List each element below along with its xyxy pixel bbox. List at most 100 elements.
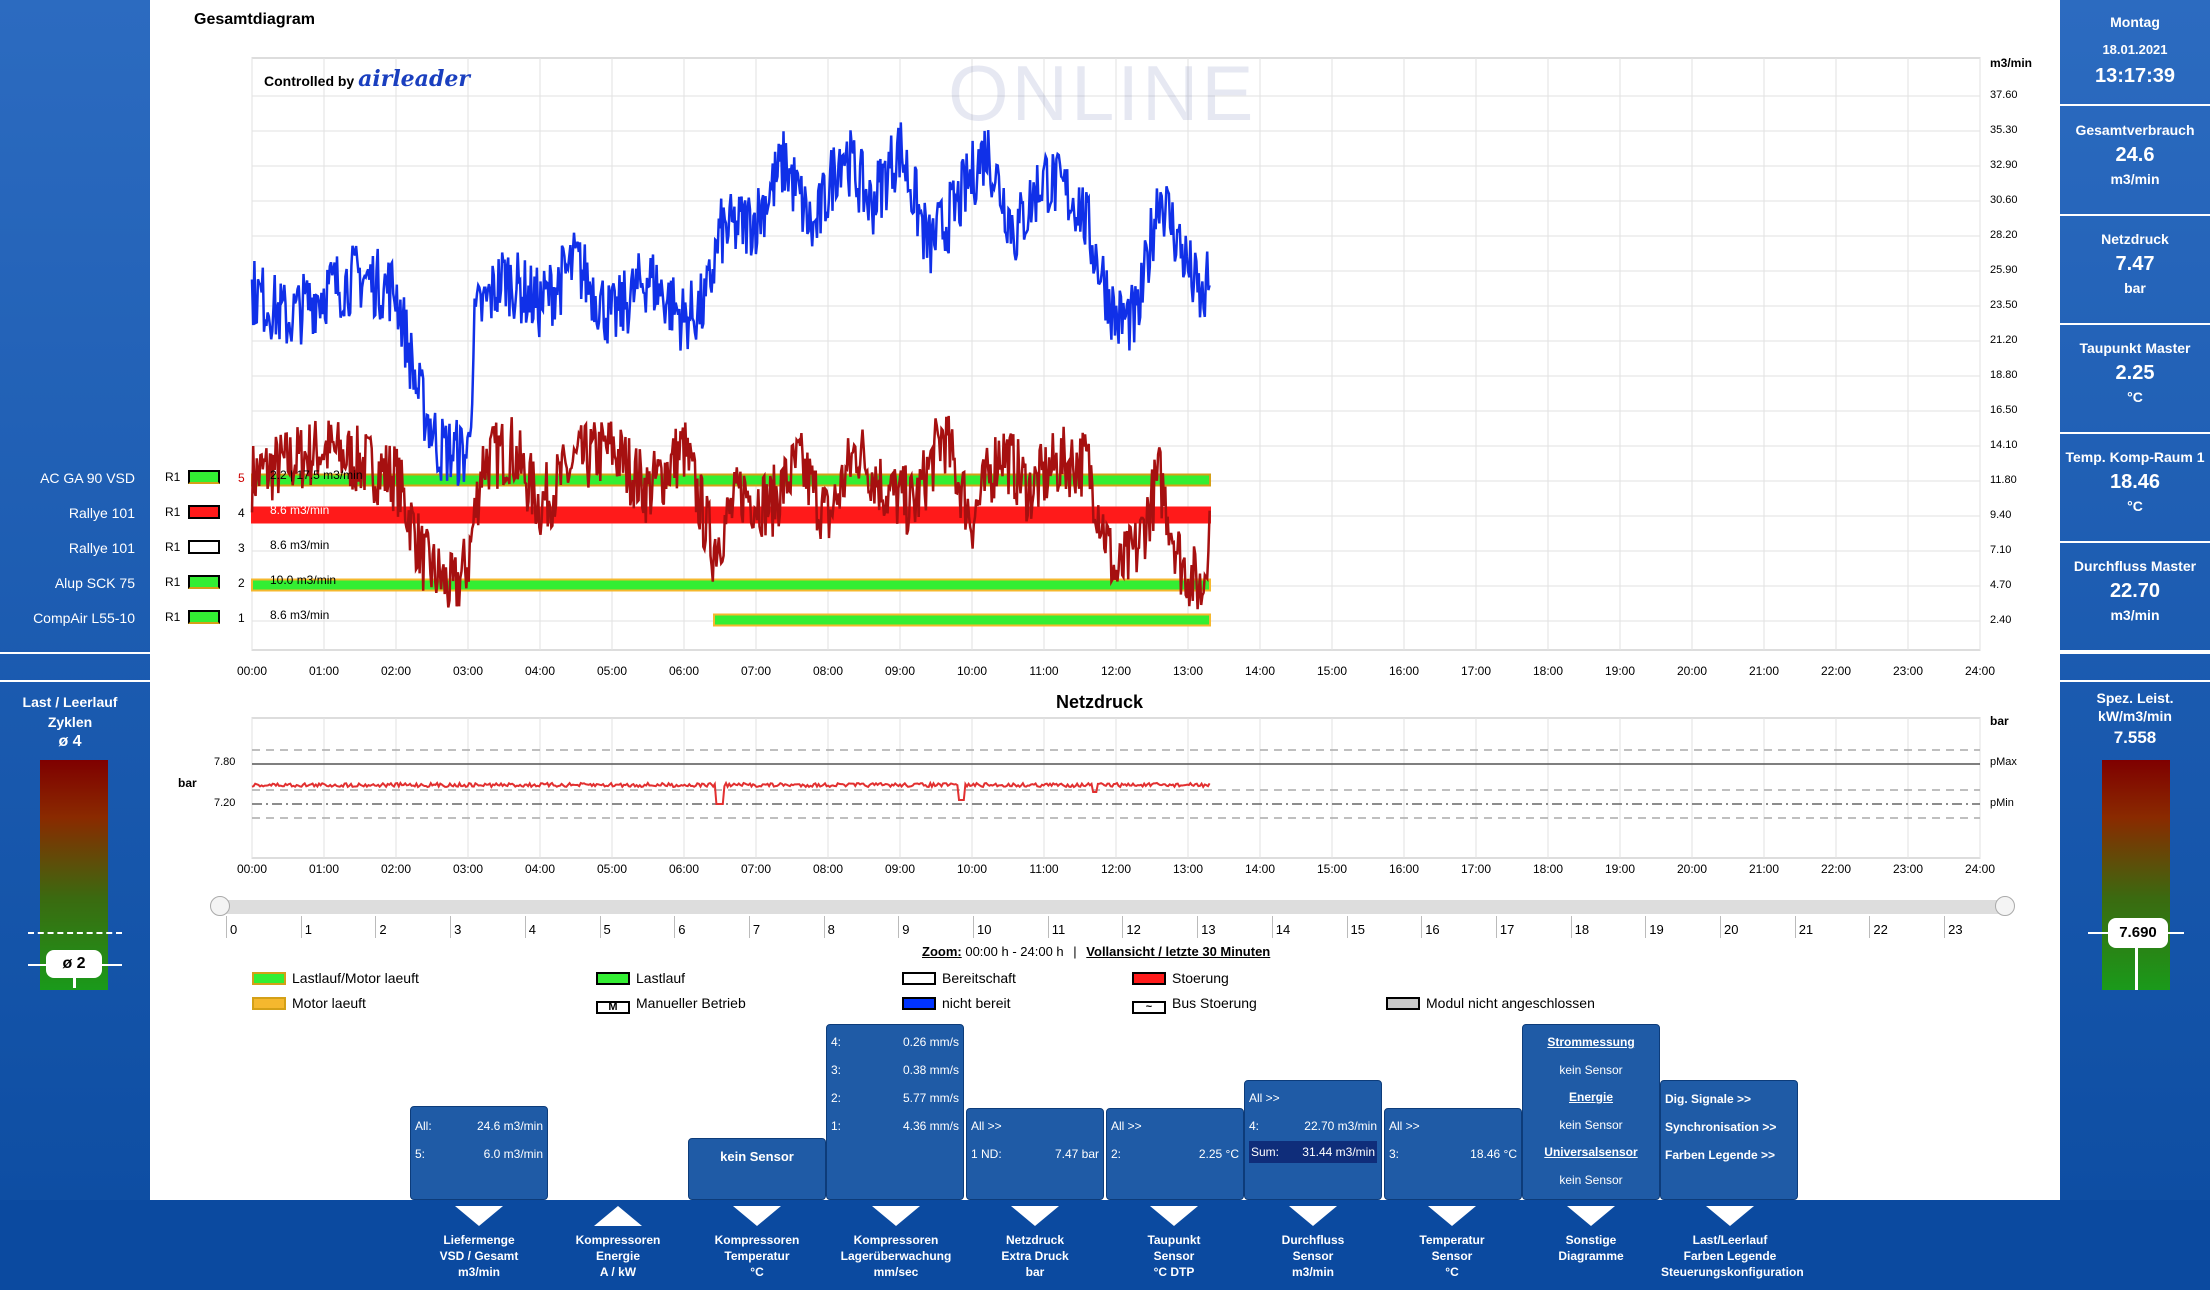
cycles-title-line1: Last / Leerlauf [22, 694, 118, 710]
right-sep-low [2060, 652, 2210, 654]
bottom-nav-item[interactable]: Temperatur Sensor °C [1383, 1232, 1521, 1280]
universalsensor-link[interactable]: Universalsensor [1523, 1139, 1659, 1167]
nav-down-arrow-icon[interactable] [872, 1206, 920, 1226]
legend-label: nicht bereit [942, 995, 1011, 1011]
box-label: 4: [831, 1035, 842, 1049]
bottom-nav-item[interactable]: Last/Leerlauf Farben Legende Steuerungskon… [1661, 1232, 1804, 1280]
zoom-value: 00:00 h - 24:00 h [965, 944, 1064, 959]
slider-tick-label: 0 [230, 922, 238, 937]
nav-down-arrow-icon[interactable] [1289, 1206, 1337, 1226]
tile-value: 24.6 [2115, 144, 2155, 166]
farben-legende-link[interactable]: Farben Legende >> [1665, 1141, 1797, 1169]
bottom-nav-item[interactable]: Kompressoren Lagerüberwachung mm/sec [827, 1232, 965, 1280]
nav-down-arrow-icon[interactable] [1706, 1206, 1754, 1226]
tile-unit: m3/min [2110, 607, 2160, 623]
all-link[interactable]: All >> [1111, 1119, 1142, 1133]
bottom-nav-item[interactable]: Kompressoren Temperatur °C [688, 1232, 826, 1280]
legend-item: nicht bereit [902, 995, 1010, 1011]
cycles-title: Last / Leerlauf Zyklen ø 4 [0, 692, 140, 752]
nav-down-arrow-icon[interactable] [455, 1206, 503, 1226]
slider-tick-label: 14 [1275, 922, 1291, 937]
legend-label: Bereitschaft [942, 970, 1016, 986]
slider-tick-mark [1122, 916, 1124, 938]
pressure-xtick: 22:00 [1820, 862, 1852, 876]
nav-down-arrow-icon[interactable] [1428, 1206, 1476, 1226]
bottom-nav-item[interactable]: Sonstige Diagramme [1522, 1232, 1660, 1264]
tile-label: Gesamtverbrauch [2075, 122, 2195, 138]
slider-tick-mark [1495, 916, 1497, 938]
lager-box[interactable]: 4: 0.26 mm/s 3: 0.38 mm/s 2: 5.77 mm/s 1: 4.… [826, 1024, 964, 1200]
pressure-xtick: 23:00 [1892, 862, 1924, 876]
slider-handle-left[interactable] [210, 896, 230, 916]
sonstige-box[interactable]: Strommessung kein Sensor Energie kein Se… [1522, 1024, 1660, 1200]
full-view-link[interactable]: Vollansicht / letzte 30 Minuten [1086, 944, 1270, 959]
bottom-nav-line: m3/min [457, 1265, 500, 1279]
pressure-ytick-min: 7.20 [214, 797, 236, 809]
right-sep-0 [2060, 104, 2210, 106]
right-tile: Netzdruck 7.47 bar [2060, 231, 2210, 296]
bottom-nav-line: Netzdruck [1005, 1233, 1064, 1247]
slider-tick-mark [375, 916, 377, 938]
nav-down-arrow-icon[interactable] [1011, 1206, 1059, 1226]
bottom-nav-item[interactable]: Kompressoren Energie A / kW [549, 1232, 687, 1280]
config-box[interactable]: Dig. Signale >> Synchronisation >> Farbe… [1660, 1080, 1798, 1200]
slider-tick-mark [226, 916, 227, 938]
box-label: 3: [831, 1063, 842, 1077]
spez-value: 7.558 [2113, 728, 2157, 747]
temperatur-box[interactable]: All >> 3: 18.46 °C [1384, 1108, 1522, 1200]
kompressoren-temp-box[interactable]: kein Sensor [688, 1138, 826, 1200]
tile-label: Temp. Komp-Raum 1 [2065, 449, 2205, 465]
bottom-nav-item[interactable]: Durchfluss Sensor m3/min [1244, 1232, 1382, 1280]
slider-tick-label: 13 [1201, 922, 1216, 937]
slider-tick-label: 12 [1126, 922, 1141, 937]
box-label: 4: [1249, 1119, 1260, 1133]
bottom-nav-item[interactable]: Liefermenge VSD / Gesamt m3/min [410, 1232, 548, 1280]
strommessung-link[interactable]: Strommessung [1523, 1029, 1659, 1057]
slider-tick-mark [1570, 916, 1572, 938]
all-link[interactable]: All >> [1389, 1119, 1420, 1133]
slider-handle-right[interactable] [1995, 896, 2015, 916]
date-label: 18.01.2021 [2102, 42, 2168, 57]
nav-down-arrow-icon[interactable] [1567, 1206, 1615, 1226]
time-slider-track[interactable] [212, 900, 2012, 914]
all-link[interactable]: All >> [971, 1119, 1002, 1133]
synchronisation-link[interactable]: Synchronisation >> [1665, 1113, 1797, 1141]
slider-tick-label: 6 [678, 922, 686, 937]
cycles-avg-top: ø 4 [58, 733, 82, 750]
durchfluss-sum-row: Sum: 31.44 m3/min [1249, 1141, 1377, 1163]
slider-tick-label: 11 [1051, 922, 1066, 937]
tile-value: 2.25 [2115, 362, 2155, 384]
box-label: 2: [831, 1091, 842, 1105]
box-label: 1: [831, 1119, 842, 1133]
bottom-nav-line: Diagramme [1558, 1249, 1624, 1263]
box-label: 3: [1389, 1147, 1400, 1161]
all-link[interactable]: All >> [1249, 1091, 1280, 1105]
nav-up-arrow-icon[interactable] [594, 1206, 642, 1226]
durchfluss-box[interactable]: All >> 4: 22.70 m3/min Sum: 31.44 m3/min [1244, 1080, 1382, 1200]
box-text: kein Sensor [720, 1149, 794, 1164]
nav-down-arrow-icon[interactable] [733, 1206, 781, 1226]
bottom-nav-line: Durchfluss [1281, 1233, 1345, 1247]
slider-tick-mark [1047, 916, 1049, 938]
pressure-xtick: 11:00 [1029, 862, 1059, 876]
energie-link[interactable]: Energie [1523, 1084, 1659, 1112]
bottom-nav-line: Steuerungskonfiguration [1661, 1265, 1804, 1279]
bottom-nav-line: °C DTP [1153, 1265, 1195, 1279]
liefermenge-box[interactable]: All: 24.6 m3/min 5: 6.0 m3/min [410, 1106, 548, 1200]
box-label: 1 ND: [971, 1147, 1002, 1161]
bottom-nav-line: Kompressoren [714, 1233, 800, 1247]
dig-signale-link[interactable]: Dig. Signale >> [1665, 1085, 1797, 1113]
box-value: 2.25 °C [1198, 1147, 1239, 1161]
netzdruck-box[interactable]: All >> 1 ND: 7.47 bar [966, 1108, 1104, 1200]
taupunkt-box[interactable]: All >> 2: 2.25 °C [1106, 1108, 1244, 1200]
bottom-nav-line: A / kW [599, 1265, 637, 1279]
bottom-nav-item[interactable]: Netzdruck Extra Druck bar [966, 1232, 1104, 1280]
slider-tick-mark [823, 916, 825, 938]
bottom-nav-item[interactable]: Taupunkt Sensor °C DTP [1105, 1232, 1243, 1280]
slider-tick-mark [748, 916, 750, 938]
bottom-nav-line: Kompressoren [575, 1233, 661, 1247]
nav-down-arrow-icon[interactable] [1150, 1206, 1198, 1226]
slider-tick-mark [1645, 916, 1647, 938]
cycles-title-line2: Zyklen [47, 714, 93, 730]
slider-tick-mark [973, 916, 974, 938]
